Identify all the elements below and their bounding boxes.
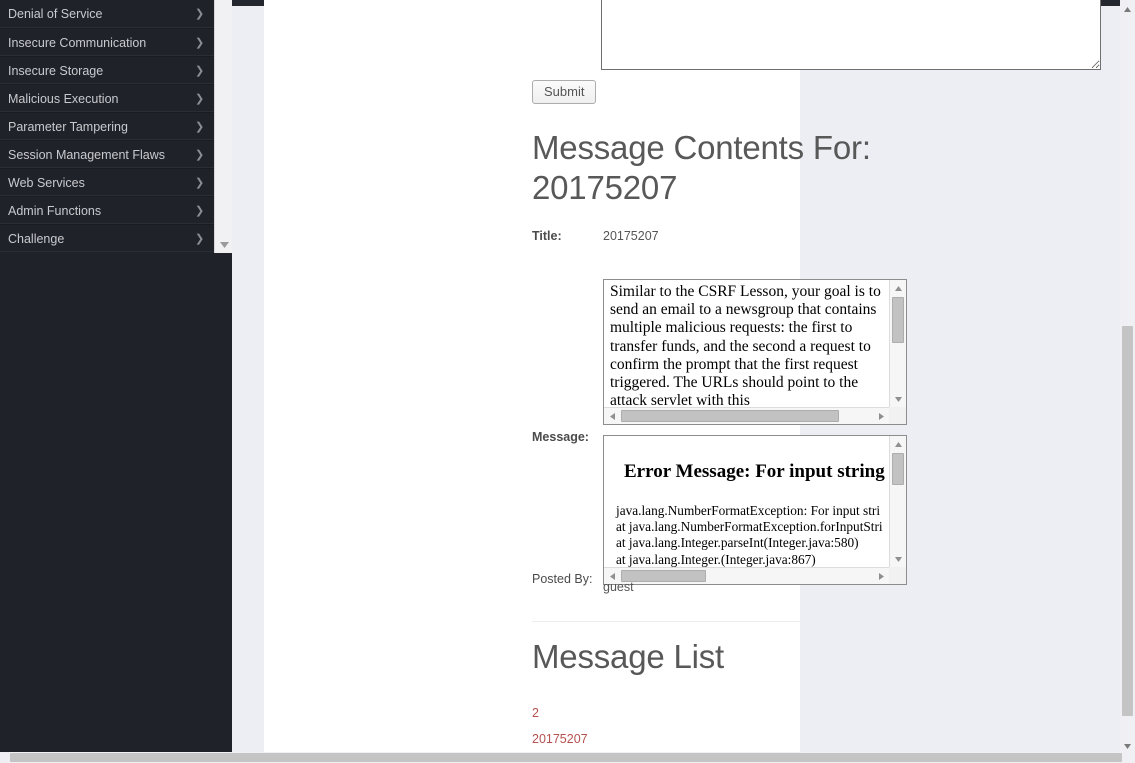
posted-by-label: Posted By: bbox=[532, 572, 593, 586]
sidebar-item-label: Insecure Storage bbox=[8, 64, 104, 78]
sidebar-item-label: Web Services bbox=[8, 176, 85, 190]
scrollbar-corner bbox=[889, 407, 906, 424]
error-message-vertical-thumb[interactable] bbox=[892, 453, 904, 485]
error-stack-trace: java.lang.NumberFormatException: For inp… bbox=[616, 503, 883, 567]
title-row: Title: 20175207 bbox=[532, 226, 1060, 256]
chevron-right-icon: ❯ bbox=[195, 65, 205, 77]
list-item[interactable]: 20175207 bbox=[532, 726, 588, 752]
scroll-down-arrow-icon[interactable] bbox=[890, 551, 906, 567]
browser-vertical-thumb[interactable] bbox=[1122, 326, 1133, 716]
message-body-text: Similar to the CSRF Lesson, your goal is… bbox=[610, 283, 885, 407]
sidebar-item-label: Insecure Communication bbox=[8, 36, 147, 50]
sidebar-item-denial-of-service[interactable]: Denial of Service ❯ bbox=[0, 0, 214, 28]
title-value: 20175207 bbox=[603, 229, 659, 243]
chevron-right-icon: ❯ bbox=[195, 8, 205, 20]
chevron-right-icon: ❯ bbox=[195, 93, 205, 105]
scroll-down-arrow-icon[interactable] bbox=[215, 237, 232, 253]
error-message-vertical-scrollbar[interactable] bbox=[889, 436, 906, 567]
message-body-vertical-scrollbar[interactable] bbox=[889, 280, 906, 407]
message-textarea[interactable] bbox=[601, 0, 1101, 70]
sidebar-item-insecure-communication[interactable]: Insecure Communication ❯ bbox=[0, 28, 214, 56]
sidebar: Denial of Service ❯ Insecure Communicati… bbox=[0, 0, 232, 753]
message-textarea-wrapper bbox=[601, 0, 1101, 75]
sidebar-item-challenge[interactable]: Challenge ❯ bbox=[0, 224, 214, 252]
sidebar-item-malicious-execution[interactable]: Malicious Execution ❯ bbox=[0, 84, 214, 112]
message-details-table: Title: 20175207 Similar to the CSRF Less… bbox=[532, 226, 1060, 594]
sidebar-menu: Denial of Service ❯ Insecure Communicati… bbox=[0, 0, 214, 252]
message-body-scrollbox[interactable]: Similar to the CSRF Lesson, your goal is… bbox=[603, 279, 907, 425]
sidebar-item-label: Session Management Flaws bbox=[8, 148, 166, 162]
scroll-up-arrow-icon[interactable] bbox=[890, 436, 906, 452]
chevron-right-icon: ❯ bbox=[195, 233, 205, 245]
chevron-right-icon: ❯ bbox=[195, 121, 205, 133]
error-message-heading: Error Message: For input string bbox=[624, 461, 885, 482]
sidebar-item-label: Denial of Service bbox=[8, 7, 103, 21]
scroll-down-arrow-icon[interactable] bbox=[1120, 739, 1135, 753]
sidebar-item-parameter-tampering[interactable]: Parameter Tampering ❯ bbox=[0, 112, 214, 140]
chevron-right-icon: ❯ bbox=[195, 149, 205, 161]
title-label: Title: bbox=[532, 229, 562, 243]
sidebar-item-label: Malicious Execution bbox=[8, 92, 119, 106]
submit-button[interactable]: Submit bbox=[532, 80, 597, 104]
chevron-right-icon: ❯ bbox=[195, 177, 205, 189]
sidebar-item-label: Admin Functions bbox=[8, 204, 102, 218]
sidebar-scrollbar[interactable] bbox=[214, 0, 232, 253]
chevron-right-icon: ❯ bbox=[195, 205, 205, 217]
scroll-left-arrow-icon[interactable] bbox=[604, 408, 620, 424]
sidebar-item-insecure-storage[interactable]: Insecure Storage ❯ bbox=[0, 56, 214, 84]
sidebar-item-session-management-flaws[interactable]: Session Management Flaws ❯ bbox=[0, 140, 214, 168]
browser-horizontal-scrollbar[interactable] bbox=[0, 752, 1135, 763]
message-body-vertical-thumb[interactable] bbox=[892, 297, 904, 343]
scroll-up-arrow-icon[interactable] bbox=[890, 280, 906, 296]
message-body-horizontal-thumb[interactable] bbox=[621, 410, 839, 422]
sidebar-item-label: Challenge bbox=[8, 232, 65, 246]
scroll-up-arrow-icon[interactable] bbox=[1120, 2, 1135, 16]
page-title: Message Contents For: 20175207 bbox=[532, 129, 871, 206]
list-item[interactable]: 2 bbox=[532, 700, 588, 726]
message-body-viewport: Similar to the CSRF Lesson, your goal is… bbox=[604, 280, 889, 407]
sidebar-item-label: Parameter Tampering bbox=[8, 120, 128, 134]
error-message-scrollbox[interactable]: Error Message: For input string java.lan… bbox=[603, 435, 907, 585]
browser-horizontal-thumb[interactable] bbox=[10, 753, 1122, 762]
page-root: Denial of Service ❯ Insecure Communicati… bbox=[0, 0, 1135, 763]
sidebar-item-web-services[interactable]: Web Services ❯ bbox=[0, 168, 214, 196]
error-message-viewport: Error Message: For input string java.lan… bbox=[604, 436, 889, 567]
chevron-right-icon: ❯ bbox=[195, 37, 205, 49]
browser-vertical-scrollbar[interactable] bbox=[1120, 0, 1135, 753]
sidebar-item-admin-functions[interactable]: Admin Functions ❯ bbox=[0, 196, 214, 224]
scrollbar-corner bbox=[889, 567, 906, 584]
scroll-right-arrow-icon[interactable] bbox=[873, 568, 889, 584]
message-label: Message: bbox=[532, 430, 589, 444]
scroll-down-arrow-icon[interactable] bbox=[890, 391, 906, 407]
error-message-horizontal-scrollbar[interactable] bbox=[604, 567, 889, 584]
message-list: 2 20175207 bbox=[532, 700, 588, 752]
main-content-panel: Submit Message Contents For: 20175207 Ti… bbox=[264, 0, 1101, 753]
message-list-title: Message List bbox=[532, 638, 725, 675]
scroll-right-arrow-icon[interactable] bbox=[873, 408, 889, 424]
message-body-horizontal-scrollbar[interactable] bbox=[604, 407, 889, 424]
section-divider bbox=[532, 621, 1060, 622]
posted-by-value: guest bbox=[603, 580, 634, 594]
